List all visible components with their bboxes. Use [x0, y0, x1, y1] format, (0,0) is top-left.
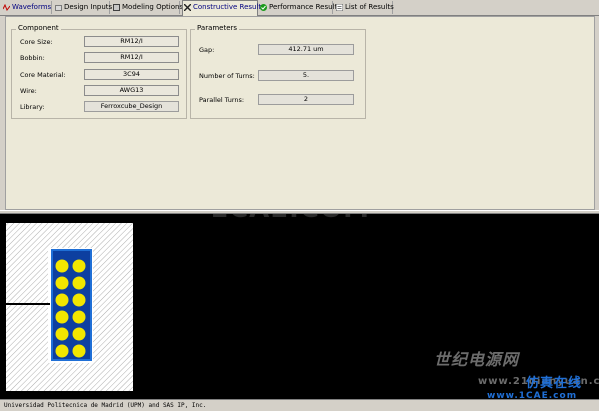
parameters-group-title: Parameters — [195, 24, 240, 32]
folder-icon — [55, 5, 62, 11]
tab-label: Design Inputs — [64, 3, 113, 11]
watermark-cn-3: 仿真在线 — [526, 376, 583, 391]
number-of-turns-field: 5. — [258, 70, 354, 81]
conductor-turn — [72, 259, 86, 273]
tab-label: Modeling Options — [122, 3, 184, 11]
conductor-turn — [72, 276, 86, 290]
parallel-turns-field: 2 — [258, 94, 354, 105]
tab-modeling-options[interactable]: Modeling Options — [112, 1, 184, 14]
conductor-turn — [55, 327, 69, 341]
conductor-turn — [55, 310, 69, 324]
center-leg-gap — [6, 303, 50, 305]
component-group: Component Core Size: RM12/I Bobbin: RM12… — [11, 24, 187, 119]
conductor-turn — [55, 276, 69, 290]
core-size-button[interactable]: RM12/I — [84, 36, 179, 47]
number-of-turns-label: Number of Turns: — [199, 72, 255, 80]
watermark-cn-4: www.1CAE.com — [487, 391, 578, 399]
tab-label: Waveforms — [12, 3, 52, 11]
waveform-icon — [3, 4, 10, 11]
document-icon — [113, 4, 120, 11]
tab-design-inputs[interactable]: Design Inputs — [54, 1, 113, 14]
component-group-title: Component — [16, 24, 61, 32]
core-material-button[interactable]: 3C94 — [84, 69, 179, 80]
tab-waveforms[interactable]: Waveforms — [2, 1, 52, 14]
library-field: Ferroxcube_Design — [84, 101, 179, 112]
status-bar: Universidad Politecnica de Madrid (UPM) … — [0, 399, 599, 411]
list-icon — [336, 4, 343, 11]
conductor-turn — [72, 327, 86, 341]
check-icon — [260, 4, 267, 11]
tab-list-of-results[interactable]: List of Results — [335, 1, 394, 14]
gap-label: Gap: — [199, 46, 215, 54]
tab-performance-results[interactable]: Performance Results — [259, 1, 341, 14]
tab-label: List of Results — [345, 3, 394, 11]
conductor-turn — [72, 310, 86, 324]
bobbin-label: Bobbin: — [20, 54, 45, 62]
conductor-turn — [55, 259, 69, 273]
wire-button[interactable]: AWG13 — [84, 85, 179, 96]
watermark-1cae: 1CAE.COM — [210, 214, 370, 224]
conductor-turn — [55, 344, 69, 358]
tab-constructive-results[interactable]: Constructive Results — [182, 0, 265, 16]
status-text: Universidad Politecnica de Madrid (UPM) … — [4, 402, 207, 409]
tab-label: Constructive Results — [193, 3, 265, 11]
wire-label: Wire: — [20, 87, 37, 95]
library-label: Library: — [20, 103, 45, 111]
constructive-results-panel: Component Core Size: RM12/I Bobbin: RM12… — [5, 16, 595, 210]
conductor-turn — [72, 293, 86, 307]
watermark-cn-1: 世纪电源网 — [434, 350, 520, 369]
parallel-turns-label: Parallel Turns: — [199, 96, 245, 104]
core-cross-section-view[interactable]: 1CAE.COM 世纪电源网 www.21dianyuan.com 仿真在线 w… — [0, 214, 599, 399]
tab-label: Performance Results — [269, 3, 341, 11]
gap-field: 412.71 um — [258, 44, 354, 55]
bobbin-button[interactable]: RM12/I — [84, 52, 179, 63]
conductor-turn — [55, 293, 69, 307]
core-size-label: Core Size: — [20, 38, 53, 46]
conductor-turn — [72, 344, 86, 358]
parameters-group: Parameters Gap: 412.71 um Number of Turn… — [190, 24, 366, 119]
tab-bar: Waveforms Design Inputs Modeling Options… — [0, 0, 599, 16]
core-cross-section-drawing — [6, 223, 133, 391]
core-material-label: Core Material: — [20, 71, 66, 79]
tools-icon — [184, 4, 191, 11]
